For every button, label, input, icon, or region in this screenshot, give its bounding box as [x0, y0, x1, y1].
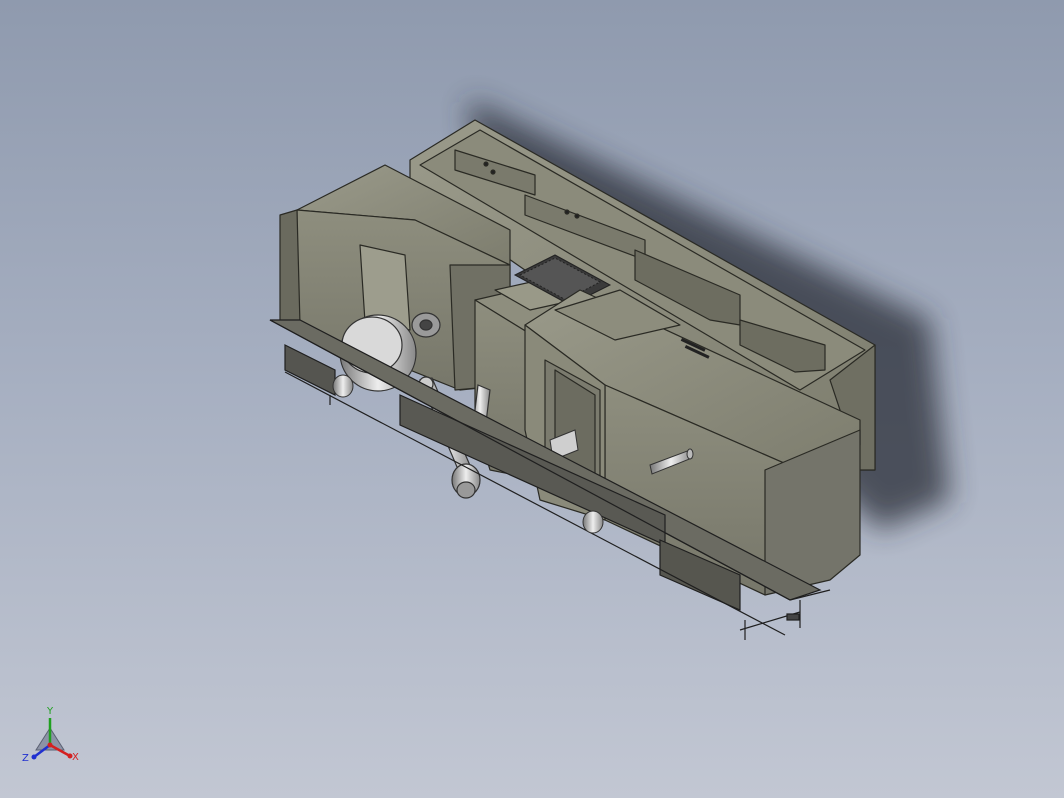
z-axis-label: Z — [22, 753, 29, 764]
x-axis-label: X — [72, 752, 79, 763]
z-axis-tip — [31, 754, 37, 760]
cnc-lathe-model[interactable] — [0, 0, 1064, 798]
triad-origin — [47, 742, 53, 748]
graphics-viewport[interactable]: X Y Z — [0, 0, 1064, 798]
y-axis-label: Y — [46, 706, 54, 717]
coordinate-triad[interactable]: X Y Z — [14, 700, 94, 780]
